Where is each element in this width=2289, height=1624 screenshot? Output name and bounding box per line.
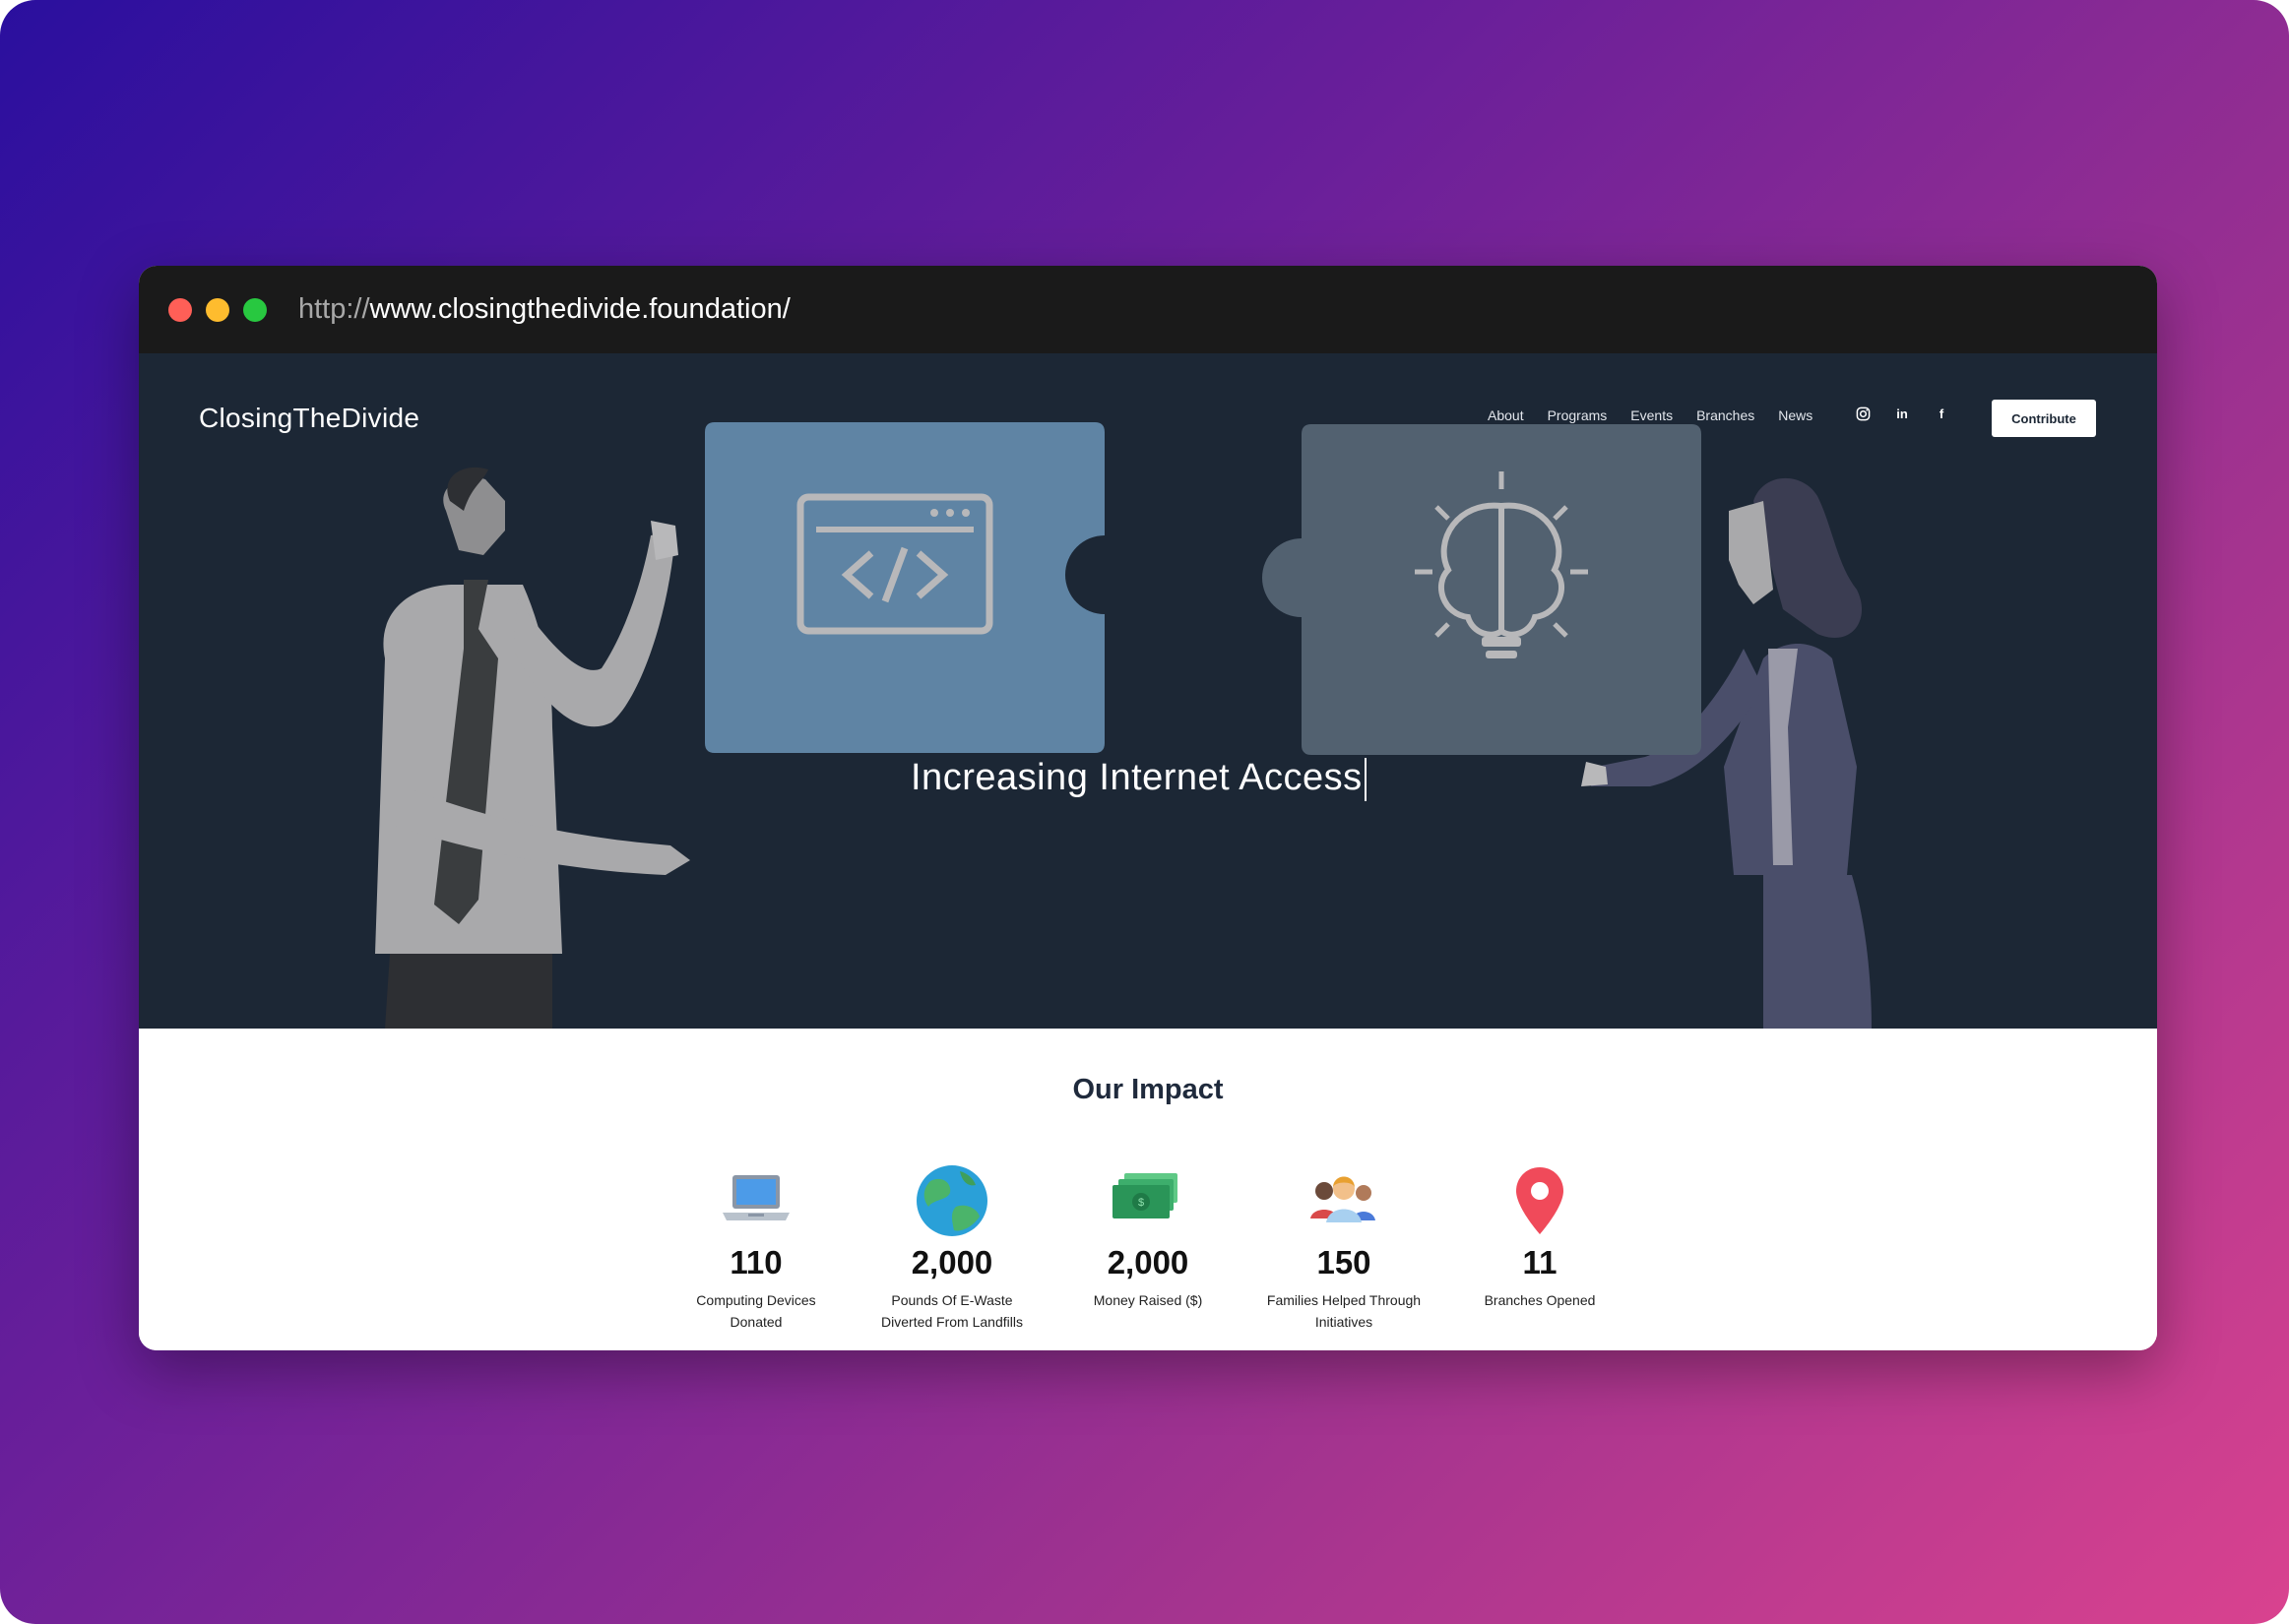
globe-icon — [913, 1161, 991, 1240]
stat-ewaste: 2,000 Pounds Of E-Waste Diverted From Lan… — [854, 1161, 1050, 1333]
impact-section: Our Impact 110 Computing Devices Donated … — [139, 1029, 2157, 1350]
code-puzzle-piece — [705, 422, 1105, 753]
nav-about[interactable]: About — [1488, 407, 1524, 423]
browser-window: http://www.closingthedivide.foundation/ — [139, 266, 2157, 1350]
hero-section: ClosingTheDivide About Programs Events B… — [139, 353, 2157, 1029]
impact-title: Our Impact — [1072, 1074, 1224, 1105]
linkedin-icon[interactable]: in — [1893, 405, 1911, 422]
brain-puzzle-piece — [1262, 424, 1701, 755]
money-icon: $ — [1109, 1161, 1187, 1240]
contribute-button[interactable]: Contribute — [1992, 400, 2096, 437]
hero-tagline-text: Increasing Internet Access — [911, 757, 1363, 798]
stat-label: Money Raised ($) — [1093, 1292, 1203, 1308]
address-bar[interactable]: http://www.closingthedivide.foundation/ — [298, 289, 791, 329]
instagram-icon[interactable] — [1854, 405, 1872, 422]
family-icon — [1304, 1161, 1383, 1240]
close-window-button[interactable] — [168, 298, 192, 322]
stat-value: 2,000 — [911, 1244, 993, 1280]
stat-label: Branches Opened — [1484, 1292, 1596, 1308]
stat-label: Computing Devices Donated — [696, 1292, 816, 1330]
hero-tagline: Increasing Internet Access — [911, 757, 1367, 801]
hero-illustration — [375, 422, 1872, 1029]
stat-value: 11 — [1522, 1244, 1558, 1280]
browser-titlebar: http://www.closingthedivide.foundation/ — [139, 266, 2157, 353]
stat-label: Pounds Of E-Waste Diverted From Landfills — [881, 1292, 1023, 1330]
nav-branches[interactable]: Branches — [1696, 407, 1754, 423]
typing-cursor — [1364, 757, 1367, 801]
maximize-window-button[interactable] — [243, 298, 267, 322]
laptop-icon — [717, 1161, 795, 1240]
stat-value: 2,000 — [1107, 1244, 1189, 1280]
site-logo[interactable]: ClosingTheDivide — [199, 403, 419, 434]
main-nav: About Programs Events Branches News — [1488, 407, 1836, 423]
nav-news[interactable]: News — [1778, 407, 1812, 423]
minimize-window-button[interactable] — [206, 298, 229, 322]
facebook-icon[interactable]: f — [1933, 405, 1950, 422]
stat-devices: 110 Computing Devices Donated — [658, 1161, 855, 1333]
svg-text:$: $ — [1138, 1197, 1144, 1209]
stat-families: 150 Families Helped Through Initiatives — [1245, 1161, 1442, 1333]
social-links: in f — [1854, 405, 1950, 422]
nav-programs[interactable]: Programs — [1548, 407, 1608, 423]
url-host: www.closingthedivide.foundation/ — [369, 293, 791, 325]
stat-value: 110 — [730, 1244, 783, 1280]
nav-events[interactable]: Events — [1630, 407, 1673, 423]
stat-value: 150 — [1316, 1244, 1371, 1280]
man-figure — [375, 467, 690, 1029]
map-pin-icon — [1500, 1161, 1579, 1240]
url-protocol: http:// — [298, 293, 370, 325]
stat-label: Families Helped Through Initiatives — [1266, 1292, 1422, 1330]
stat-branches: 11 Branches Opened — [1441, 1161, 1638, 1311]
gradient-backdrop: http://www.closingthedivide.foundation/ — [0, 0, 2289, 1624]
stat-money: $ 2,000 Money Raised ($) — [1049, 1161, 1246, 1311]
